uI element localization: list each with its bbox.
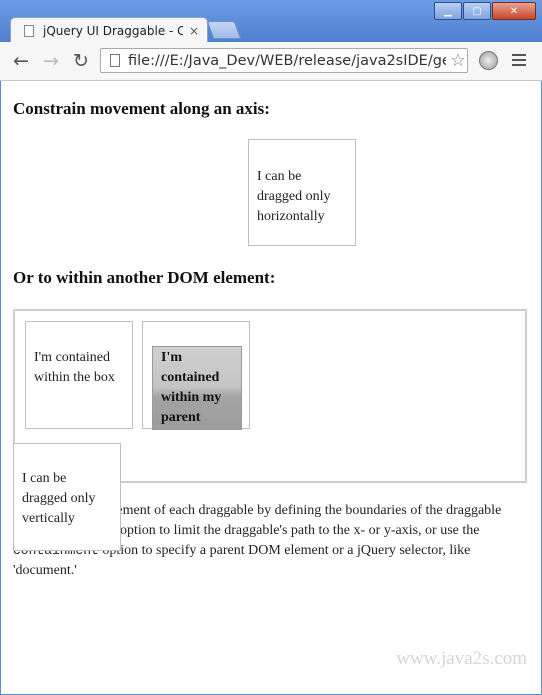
page-icon: [110, 54, 120, 67]
close-window-button[interactable]: ✕: [492, 2, 536, 20]
watermark: www.java2s.com: [396, 648, 527, 669]
forward-button[interactable]: →: [40, 50, 62, 72]
reload-button[interactable]: ↻: [70, 50, 92, 72]
browser-toolbar: ← → ↻ file:///E:/Java_Dev/WEB/release/ja…: [0, 42, 542, 81]
tab-title: jQuery UI Draggable - Cor: [43, 23, 183, 38]
page-icon: [24, 24, 34, 37]
bookmark-star-icon[interactable]: ☆: [450, 50, 466, 71]
draggable-contained-parent[interactable]: I'm contained within my parent: [152, 346, 242, 430]
draggable-vertical[interactable]: I can be dragged only vertically: [13, 443, 121, 551]
address-bar[interactable]: file:///E:/Java_Dev/WEB/release/java2sID…: [100, 48, 468, 73]
tab-close-icon[interactable]: ×: [189, 24, 199, 38]
heading-axis: Constrain movement along an axis:: [13, 99, 270, 118]
title-bar: ▁ ▢ ✕ jQuery UI Draggable - Cor ×: [0, 0, 542, 43]
parent-container: I'm contained within my parent: [142, 321, 250, 430]
back-button[interactable]: ←: [10, 50, 32, 72]
draggable-contained-box[interactable]: I'm contained within the box: [25, 321, 133, 429]
new-tab-button[interactable]: [206, 21, 242, 39]
window-controls: ▁ ▢ ✕: [433, 2, 536, 20]
heading-dom: Or to within another DOM element:: [13, 268, 276, 287]
minimize-button[interactable]: ▁: [434, 2, 462, 20]
browser-tab-active[interactable]: jQuery UI Draggable - Cor ×: [10, 17, 208, 43]
draggable-horizontal[interactable]: I can be dragged only horizontally: [248, 139, 356, 246]
page-viewport: Constrain movement along an axis: I can …: [1, 81, 541, 694]
menu-icon[interactable]: [512, 54, 526, 69]
maximize-button[interactable]: ▢: [463, 2, 491, 20]
extension-icon[interactable]: [479, 51, 498, 70]
url-text[interactable]: file:///E:/Java_Dev/WEB/release/java2sID…: [128, 53, 446, 69]
